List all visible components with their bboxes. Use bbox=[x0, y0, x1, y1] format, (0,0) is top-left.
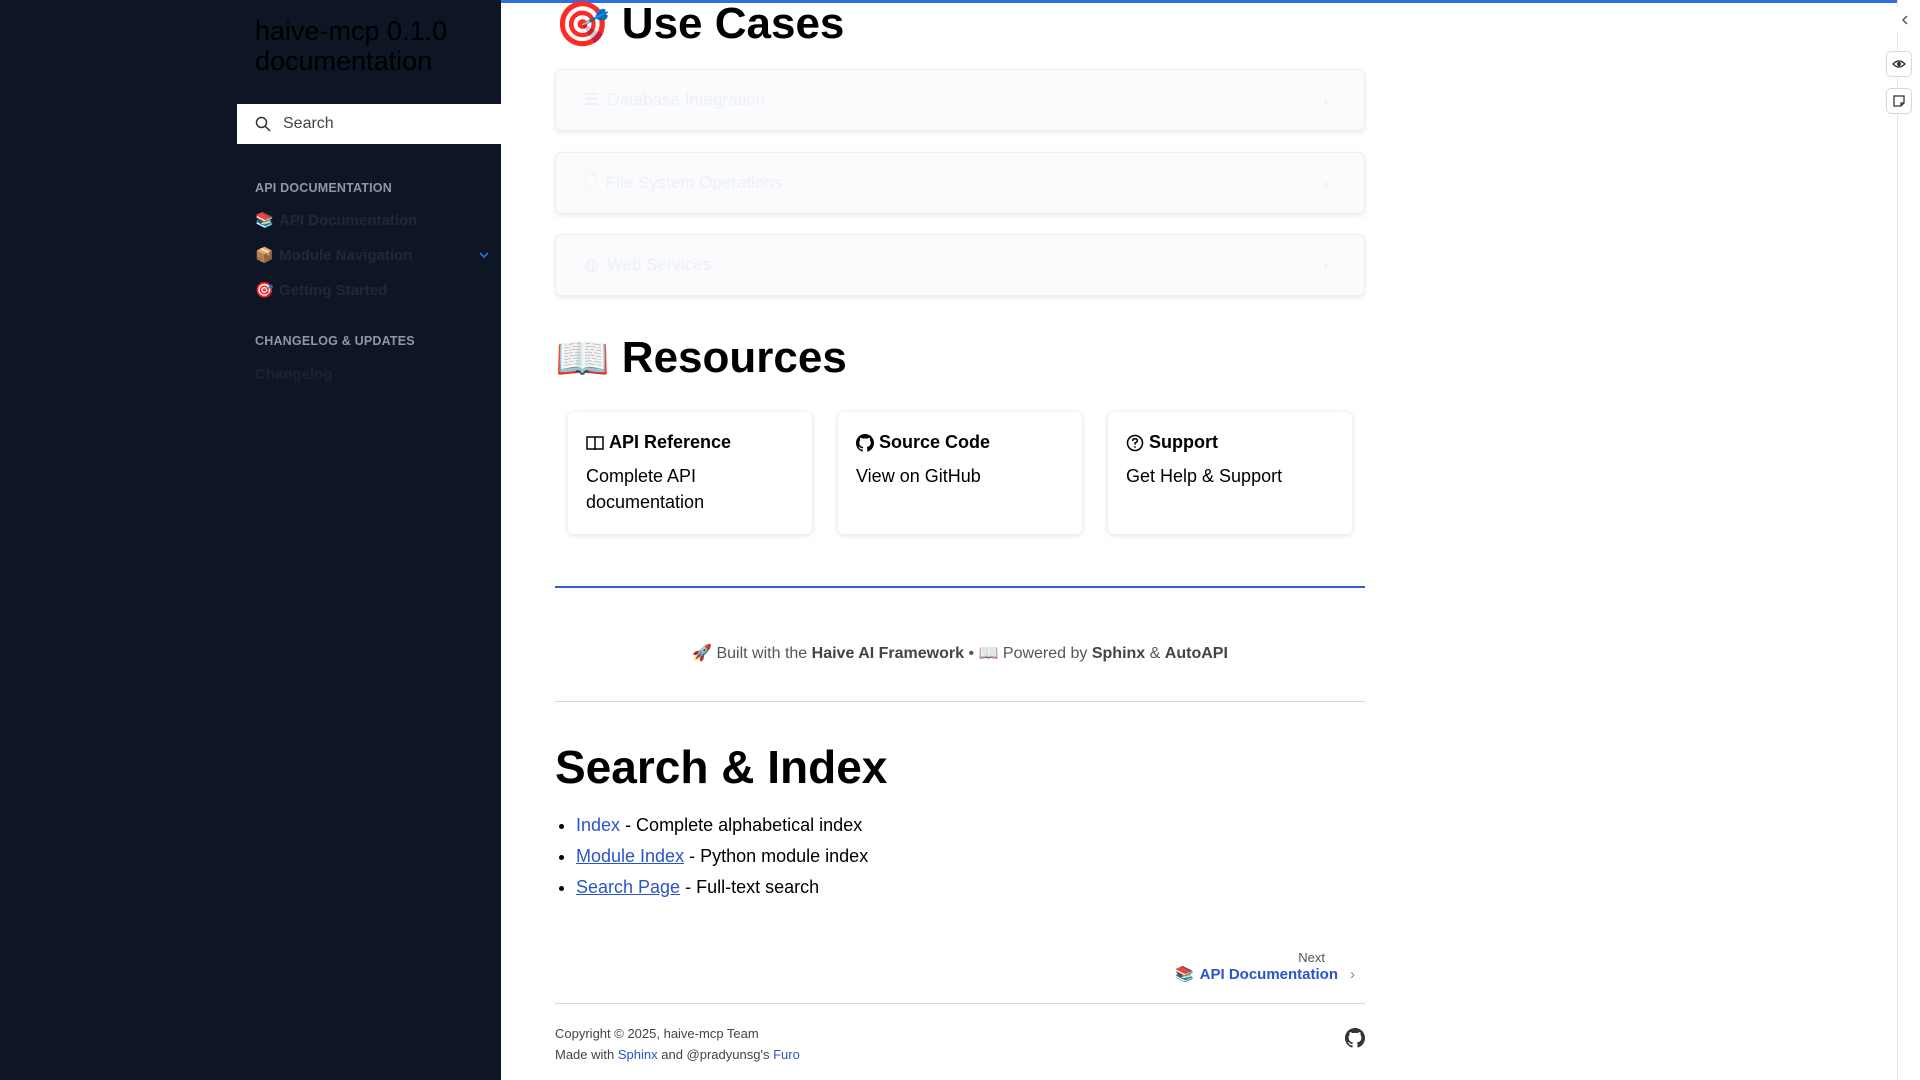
item-description: - Full-text search bbox=[685, 877, 820, 897]
next-page-title: API Documentation bbox=[1199, 965, 1338, 983]
card-title: API Reference bbox=[609, 432, 732, 452]
question-circle-icon bbox=[1126, 434, 1144, 451]
item-description: - Python module index bbox=[689, 846, 869, 866]
sidebar: haive-mcp 0.1.0 documentation API DOCUME… bbox=[237, 0, 501, 1080]
resource-card-api-reference[interactable]: API Reference Complete API documentation bbox=[568, 412, 812, 534]
next-label: Next bbox=[1298, 950, 1325, 965]
card-title: Source Code bbox=[879, 432, 991, 452]
sidebar-brand-title[interactable]: haive-mcp 0.1.0 documentation bbox=[255, 16, 495, 76]
reading-view-button[interactable] bbox=[1886, 51, 1912, 77]
resource-card-support[interactable]: Support Get Help & Support bbox=[1108, 412, 1352, 534]
card-body: Get Help & Support bbox=[1126, 466, 1283, 486]
database-icon: ☰ bbox=[584, 90, 600, 109]
footer-divider bbox=[555, 1003, 1365, 1004]
book-open-icon bbox=[586, 435, 604, 450]
file-icon: 🗋 bbox=[584, 171, 598, 191]
panel-label: File System Operations bbox=[605, 173, 783, 192]
target-icon: 🎯 bbox=[255, 282, 274, 299]
search-index-list: Index - Complete alphabetical index Modu… bbox=[555, 810, 868, 903]
target-icon: 🎯 bbox=[555, 0, 610, 49]
search-page-link[interactable]: Search Page bbox=[576, 877, 680, 897]
autoapi-name: AutoAPI bbox=[1164, 645, 1228, 662]
made-with-line: Made with Sphinx and @pradyunsg's Furo bbox=[555, 1044, 800, 1065]
panel-label: Database Integration bbox=[607, 90, 766, 109]
sidebar-search[interactable] bbox=[237, 104, 501, 144]
package-icon: 📦 bbox=[255, 247, 274, 264]
made-with-text: Made with bbox=[555, 1047, 615, 1062]
use-cases-heading: 🎯 Use Cases bbox=[555, 0, 844, 50]
use-case-panel-database[interactable]: ☰ Database Integration › bbox=[555, 69, 1365, 131]
copyright-text: Copyright © 2025, haive-mcp Team bbox=[555, 1026, 759, 1041]
sidebar-caption-changelog: CHANGELOG & UPDATES bbox=[255, 334, 415, 348]
chevron-right-icon: › bbox=[1323, 175, 1328, 191]
globe-icon: ◍ bbox=[584, 255, 599, 274]
chevron-left-icon bbox=[1901, 15, 1908, 25]
books-icon: 📚 bbox=[1174, 966, 1194, 983]
powered-by-text: Powered by bbox=[1002, 645, 1088, 662]
eye-icon bbox=[1892, 60, 1906, 68]
sidebar-item-api-documentation[interactable]: 📚 API Documentation bbox=[255, 211, 418, 230]
module-index-link[interactable]: Module Index bbox=[576, 846, 684, 866]
sidebar-backdrop bbox=[0, 0, 237, 1080]
list-item: Search Page - Full-text search bbox=[576, 872, 868, 903]
sphinx-link[interactable]: Sphinx bbox=[618, 1047, 658, 1062]
footer-copyright: Copyright © 2025, haive-mcp Team Made wi… bbox=[555, 1023, 800, 1065]
framework-name: Haive AI Framework bbox=[811, 645, 965, 662]
notes-button[interactable] bbox=[1886, 88, 1912, 114]
card-body: Complete API documentation bbox=[586, 466, 705, 512]
sidebar-item-label: Changelog bbox=[255, 366, 333, 383]
main-content: 🎯 Use Cases ☰ Database Integration › 🗋 F… bbox=[555, 0, 1365, 1080]
search-input[interactable] bbox=[281, 114, 485, 134]
book-icon: 📖 bbox=[978, 645, 999, 662]
search-index-heading: Search & Index bbox=[555, 741, 888, 793]
chevron-right-icon: › bbox=[1350, 965, 1355, 983]
sidebar-item-changelog[interactable]: Changelog bbox=[255, 366, 333, 383]
sidebar-item-label: API Documentation bbox=[279, 211, 418, 229]
heading-text: Use Cases bbox=[621, 0, 845, 48]
chevron-right-icon: › bbox=[1323, 257, 1328, 273]
heading-text: Resources bbox=[621, 333, 847, 382]
built-with-prefix: Built with the bbox=[716, 645, 808, 662]
chevron-down-icon[interactable] bbox=[477, 248, 491, 262]
search-icon bbox=[255, 116, 271, 132]
separator: • bbox=[968, 645, 975, 662]
github-icon bbox=[856, 433, 874, 452]
next-page-nav[interactable]: Next 📚 API Documentation › bbox=[1175, 950, 1355, 983]
browser-side-rail bbox=[1886, 0, 1920, 1080]
card-title: Support bbox=[1149, 432, 1218, 452]
section-divider bbox=[555, 586, 1365, 588]
card-body: View on GitHub bbox=[856, 466, 981, 486]
sidebar-item-getting-started[interactable]: 🎯 Getting Started bbox=[255, 281, 388, 300]
built-with-line: 🚀 Built with the Haive AI Framework • 📖 … bbox=[555, 643, 1365, 663]
resource-card-source-code[interactable]: Source Code View on GitHub bbox=[838, 412, 1082, 534]
sidebar-caption-api: API DOCUMENTATION bbox=[255, 181, 392, 195]
note-icon bbox=[1893, 95, 1905, 107]
github-icon[interactable] bbox=[1345, 1028, 1365, 1048]
use-case-panel-filesystem[interactable]: 🗋 File System Operations › bbox=[555, 152, 1365, 214]
books-icon: 📚 bbox=[255, 212, 274, 229]
next-page-link[interactable]: 📚 API Documentation › bbox=[1174, 965, 1355, 984]
sidebar-item-label: Module Navigation bbox=[279, 246, 413, 264]
and-text: and @pradyunsg's bbox=[661, 1047, 770, 1062]
divider bbox=[555, 701, 1365, 702]
use-case-panel-web[interactable]: ◍ Web Services › bbox=[555, 234, 1365, 296]
ampersand: & bbox=[1149, 645, 1161, 662]
item-description: - Complete alphabetical index bbox=[625, 815, 863, 835]
sidebar-item-label: Getting Started bbox=[279, 281, 388, 299]
resources-heading: 📖 Resources bbox=[555, 332, 847, 384]
collapse-panel-button[interactable] bbox=[1892, 7, 1918, 33]
rocket-icon: 🚀 bbox=[692, 645, 713, 662]
list-item: Module Index - Python module index bbox=[576, 841, 868, 872]
book-icon: 📖 bbox=[555, 334, 610, 383]
sidebar-item-module-navigation[interactable]: 📦 Module Navigation bbox=[255, 246, 413, 265]
index-link[interactable]: Index bbox=[576, 815, 620, 835]
list-item: Index - Complete alphabetical index bbox=[576, 810, 868, 841]
chevron-right-icon: › bbox=[1323, 92, 1328, 108]
furo-link[interactable]: Furo bbox=[773, 1047, 800, 1062]
panel-label: Web Services bbox=[606, 255, 712, 274]
sphinx-name: Sphinx bbox=[1091, 645, 1146, 662]
